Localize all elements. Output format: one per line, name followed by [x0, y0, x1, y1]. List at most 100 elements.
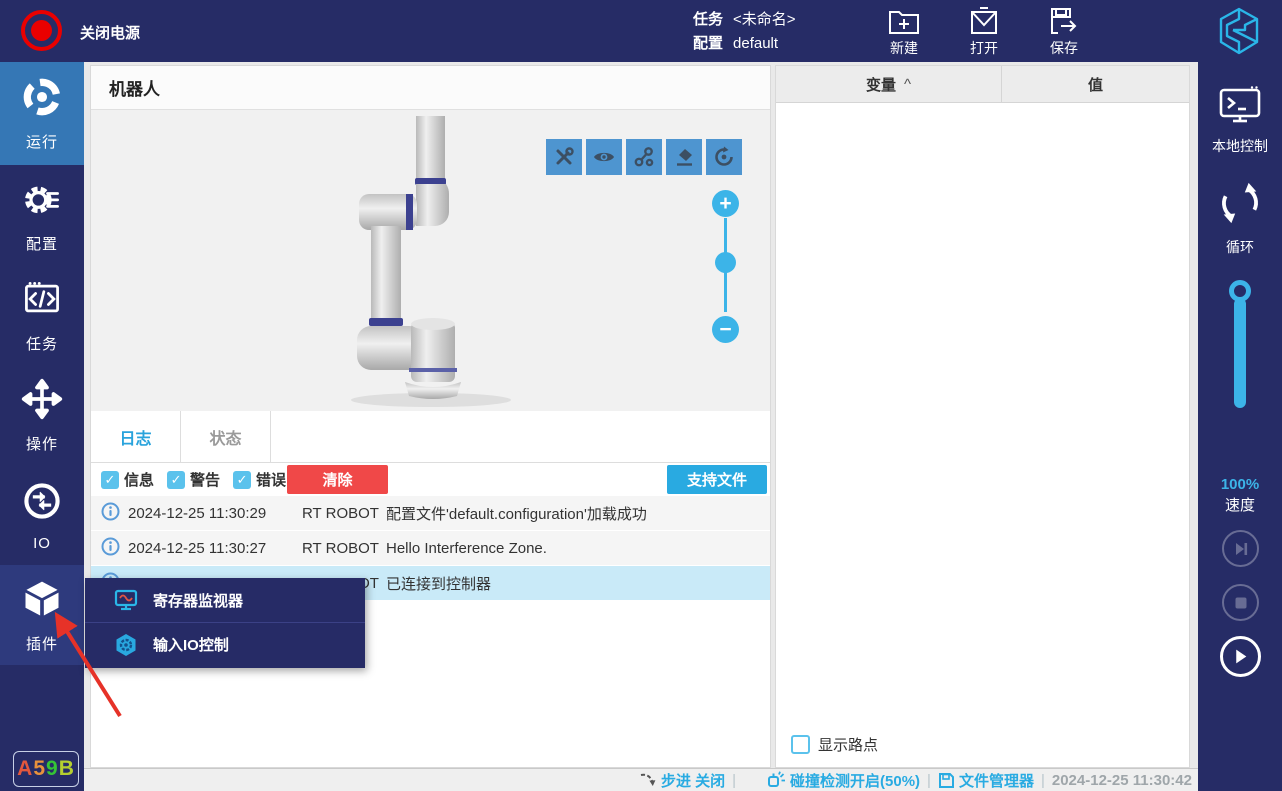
run-icon [20, 75, 64, 124]
sidebar-item-label: 操作 [26, 433, 58, 454]
local-control-label: 本地控制 [1212, 136, 1268, 156]
robot-panel-title: 机器人 [91, 66, 770, 110]
power-off-button[interactable] [21, 10, 62, 51]
path-icon [633, 146, 655, 168]
sort-ascending-icon: ^ [904, 76, 911, 93]
loop-button[interactable]: 循环 [1198, 180, 1282, 257]
show-waypoints-label: 显示路点 [818, 734, 878, 755]
topbar-actions: 新建 打开 保存 [880, 4, 1088, 58]
sidebar-item-task[interactable]: 任务 [0, 265, 84, 365]
log-message: Hello Interference Zone. [386, 540, 770, 557]
robot-3d-viewport[interactable]: + − [91, 110, 770, 411]
column-label: 值 [1088, 74, 1103, 95]
open-icon [960, 6, 1008, 36]
task-label: 任务 [693, 11, 723, 28]
loop-label: 循环 [1226, 237, 1254, 257]
reset-view-icon [713, 146, 735, 168]
file-manager-status[interactable]: 文件管理器 [938, 770, 1034, 791]
zoom-out-button[interactable]: − [712, 316, 739, 343]
left-sidebar: 运行 配置 任务 操作 IO [0, 62, 84, 791]
new-task-label: 新建 [880, 38, 928, 58]
column-label: 变量 [866, 74, 896, 95]
filter-label: 错误 [256, 469, 286, 490]
tools-icon [553, 146, 575, 168]
stop-button[interactable] [1222, 584, 1259, 621]
checkbox-checked-icon: ✓ [167, 471, 185, 489]
speed-slider [1231, 280, 1249, 408]
config-value: default [733, 35, 778, 52]
erase-path-button[interactable] [666, 139, 702, 175]
collision-detection-status[interactable]: 碰撞检测开启(50%) [767, 770, 920, 791]
file-manager-label: 文件管理器 [959, 770, 1034, 791]
tab-status[interactable]: 状态 [181, 411, 271, 462]
skip-next-icon [1233, 541, 1249, 557]
filter-label: 信息 [124, 469, 154, 490]
new-task-button[interactable]: 新建 [880, 4, 928, 58]
menu-item-register-monitor[interactable]: 寄存器监视器 [85, 578, 365, 622]
local-control-button[interactable]: 本地控制 [1198, 85, 1282, 156]
input-io-icon [113, 633, 139, 657]
filter-warning-checkbox[interactable]: ✓ 警告 [167, 469, 220, 490]
log-tabbar: 日志 状态 [91, 411, 770, 463]
sidebar-item-config[interactable]: 配置 [0, 165, 84, 265]
clear-log-button[interactable]: 清除 [287, 465, 388, 494]
robot-arm-3d-model [331, 116, 541, 412]
save-button[interactable]: 保存 [1040, 4, 1088, 58]
open-button[interactable]: 打开 [960, 4, 1008, 58]
badge-letter: B [59, 757, 75, 781]
speed-label: 速度 [1198, 495, 1282, 516]
zoom-in-button[interactable]: + [712, 190, 739, 217]
info-icon [101, 502, 121, 525]
visibility-button[interactable] [586, 139, 622, 175]
menu-item-input-io-control[interactable]: 输入IO控制 [85, 622, 365, 666]
step-next-button[interactable] [1222, 530, 1259, 567]
statusbar-divider: | [732, 772, 736, 789]
collision-icon [767, 771, 786, 789]
collision-label: 碰撞检测开启(50%) [790, 770, 920, 791]
sidebar-item-label: 插件 [26, 633, 58, 654]
config-label: 配置 [693, 35, 723, 52]
viewport-toolbar [546, 139, 742, 175]
sidebar-item-label: 任务 [26, 333, 58, 354]
brand-cube-logo [1216, 6, 1262, 61]
open-label: 打开 [960, 38, 1008, 58]
plugin-cube-icon [20, 577, 64, 626]
log-time: 2024-12-25 11:30:29 [121, 505, 302, 522]
column-header-variable[interactable]: 变量 ^ [776, 66, 1002, 102]
filter-info-checkbox[interactable]: ✓ 信息 [101, 469, 154, 490]
reset-view-button[interactable] [706, 139, 742, 175]
column-header-value[interactable]: 值 [1002, 66, 1189, 102]
log-row[interactable]: 2024-12-25 11:30:27 RT ROBOT Hello Inter… [91, 531, 770, 566]
show-waypoints-checkbox[interactable]: 显示路点 [791, 734, 878, 755]
log-row[interactable]: 2024-12-25 11:30:29 RT ROBOT 配置文件'defaul… [91, 496, 770, 531]
step-mode-icon [639, 772, 657, 788]
variables-panel: 变量 ^ 值 显示路点 [775, 65, 1190, 768]
log-message: 已连接到控制器 [386, 573, 770, 594]
menu-item-label: 输入IO控制 [153, 634, 229, 655]
register-monitor-icon [113, 589, 139, 611]
tools-button[interactable] [546, 139, 582, 175]
sidebar-item-operate[interactable]: 操作 [0, 365, 84, 465]
sidebar-item-run[interactable]: 运行 [0, 62, 84, 165]
terminal-icon [1217, 85, 1263, 130]
io-circle-icon [20, 479, 64, 528]
filter-error-checkbox[interactable]: ✓ 错误 [233, 469, 286, 490]
step-mode-status[interactable]: 步进 关闭 [639, 770, 725, 791]
topbar: 关闭电源 任务<未命名> 配置default 新建 打开 [0, 0, 1282, 62]
tab-log[interactable]: 日志 [91, 411, 181, 462]
save-label: 保存 [1040, 38, 1088, 58]
menu-item-label: 寄存器监视器 [153, 590, 243, 611]
speed-slider-track[interactable] [1234, 298, 1246, 408]
stop-icon [1234, 596, 1248, 610]
checkbox-checked-icon: ✓ [101, 471, 119, 489]
statusbar-divider: | [927, 772, 931, 789]
play-button[interactable] [1220, 636, 1261, 677]
eraser-icon [673, 146, 695, 168]
task-config-info: 任务<未命名> 配置default [693, 8, 796, 56]
loop-icon [1217, 180, 1263, 231]
zoom-slider-handle[interactable] [715, 252, 736, 273]
sidebar-item-plugin[interactable]: 插件 [0, 565, 84, 665]
support-files-button[interactable]: 支持文件 [667, 465, 767, 494]
show-path-button[interactable] [626, 139, 662, 175]
sidebar-item-io[interactable]: IO [0, 465, 84, 565]
